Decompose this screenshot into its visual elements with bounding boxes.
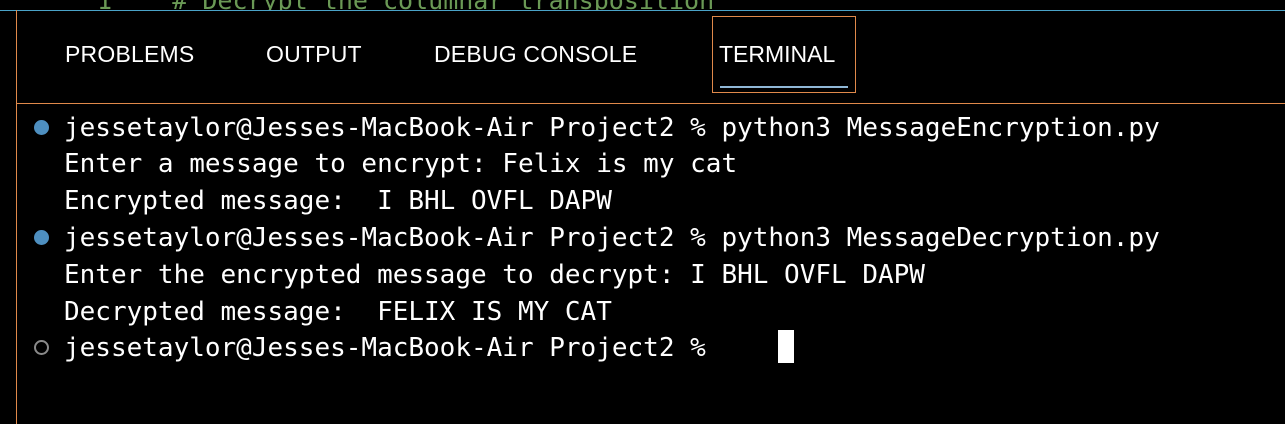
- tab-terminal[interactable]: TERMINAL: [719, 41, 835, 68]
- panel-tab-bar: PROBLEMS OUTPUT DEBUG CONSOLE TERMINAL: [17, 11, 1285, 104]
- command-success-decoration-icon[interactable]: [34, 120, 49, 135]
- vscode-panel-screenshot: 1 # Decrypt the columnar transposition P…: [0, 0, 1285, 424]
- terminal-output-line: Enter the encrypted message to decrypt: …: [64, 260, 925, 290]
- terminal-output-line: Enter a message to encrypt: Felix is my …: [64, 149, 738, 179]
- active-tab-indicator: [720, 86, 848, 88]
- terminal-prompt-line: jessetaylor@Jesses-MacBook-Air Project2 …: [64, 333, 722, 363]
- active-prompt-decoration-icon: [34, 340, 49, 355]
- terminal-output-line: Decrypted message: FELIX IS MY CAT: [64, 297, 612, 327]
- terminal-output[interactable]: jessetaylor@Jesses-MacBook-Air Project2 …: [17, 104, 1285, 424]
- command-success-decoration-icon[interactable]: [34, 230, 49, 245]
- tab-problems[interactable]: PROBLEMS: [65, 41, 194, 68]
- terminal-command-line: jessetaylor@Jesses-MacBook-Air Project2 …: [64, 223, 1160, 253]
- terminal-cursor: [778, 330, 794, 363]
- terminal-output-line: Encrypted message: I BHL OVFL DAPW: [64, 186, 612, 216]
- terminal-command-line: jessetaylor@Jesses-MacBook-Air Project2 …: [64, 113, 1160, 143]
- tab-output[interactable]: OUTPUT: [266, 41, 362, 68]
- tab-debug-console[interactable]: DEBUG CONSOLE: [434, 41, 637, 68]
